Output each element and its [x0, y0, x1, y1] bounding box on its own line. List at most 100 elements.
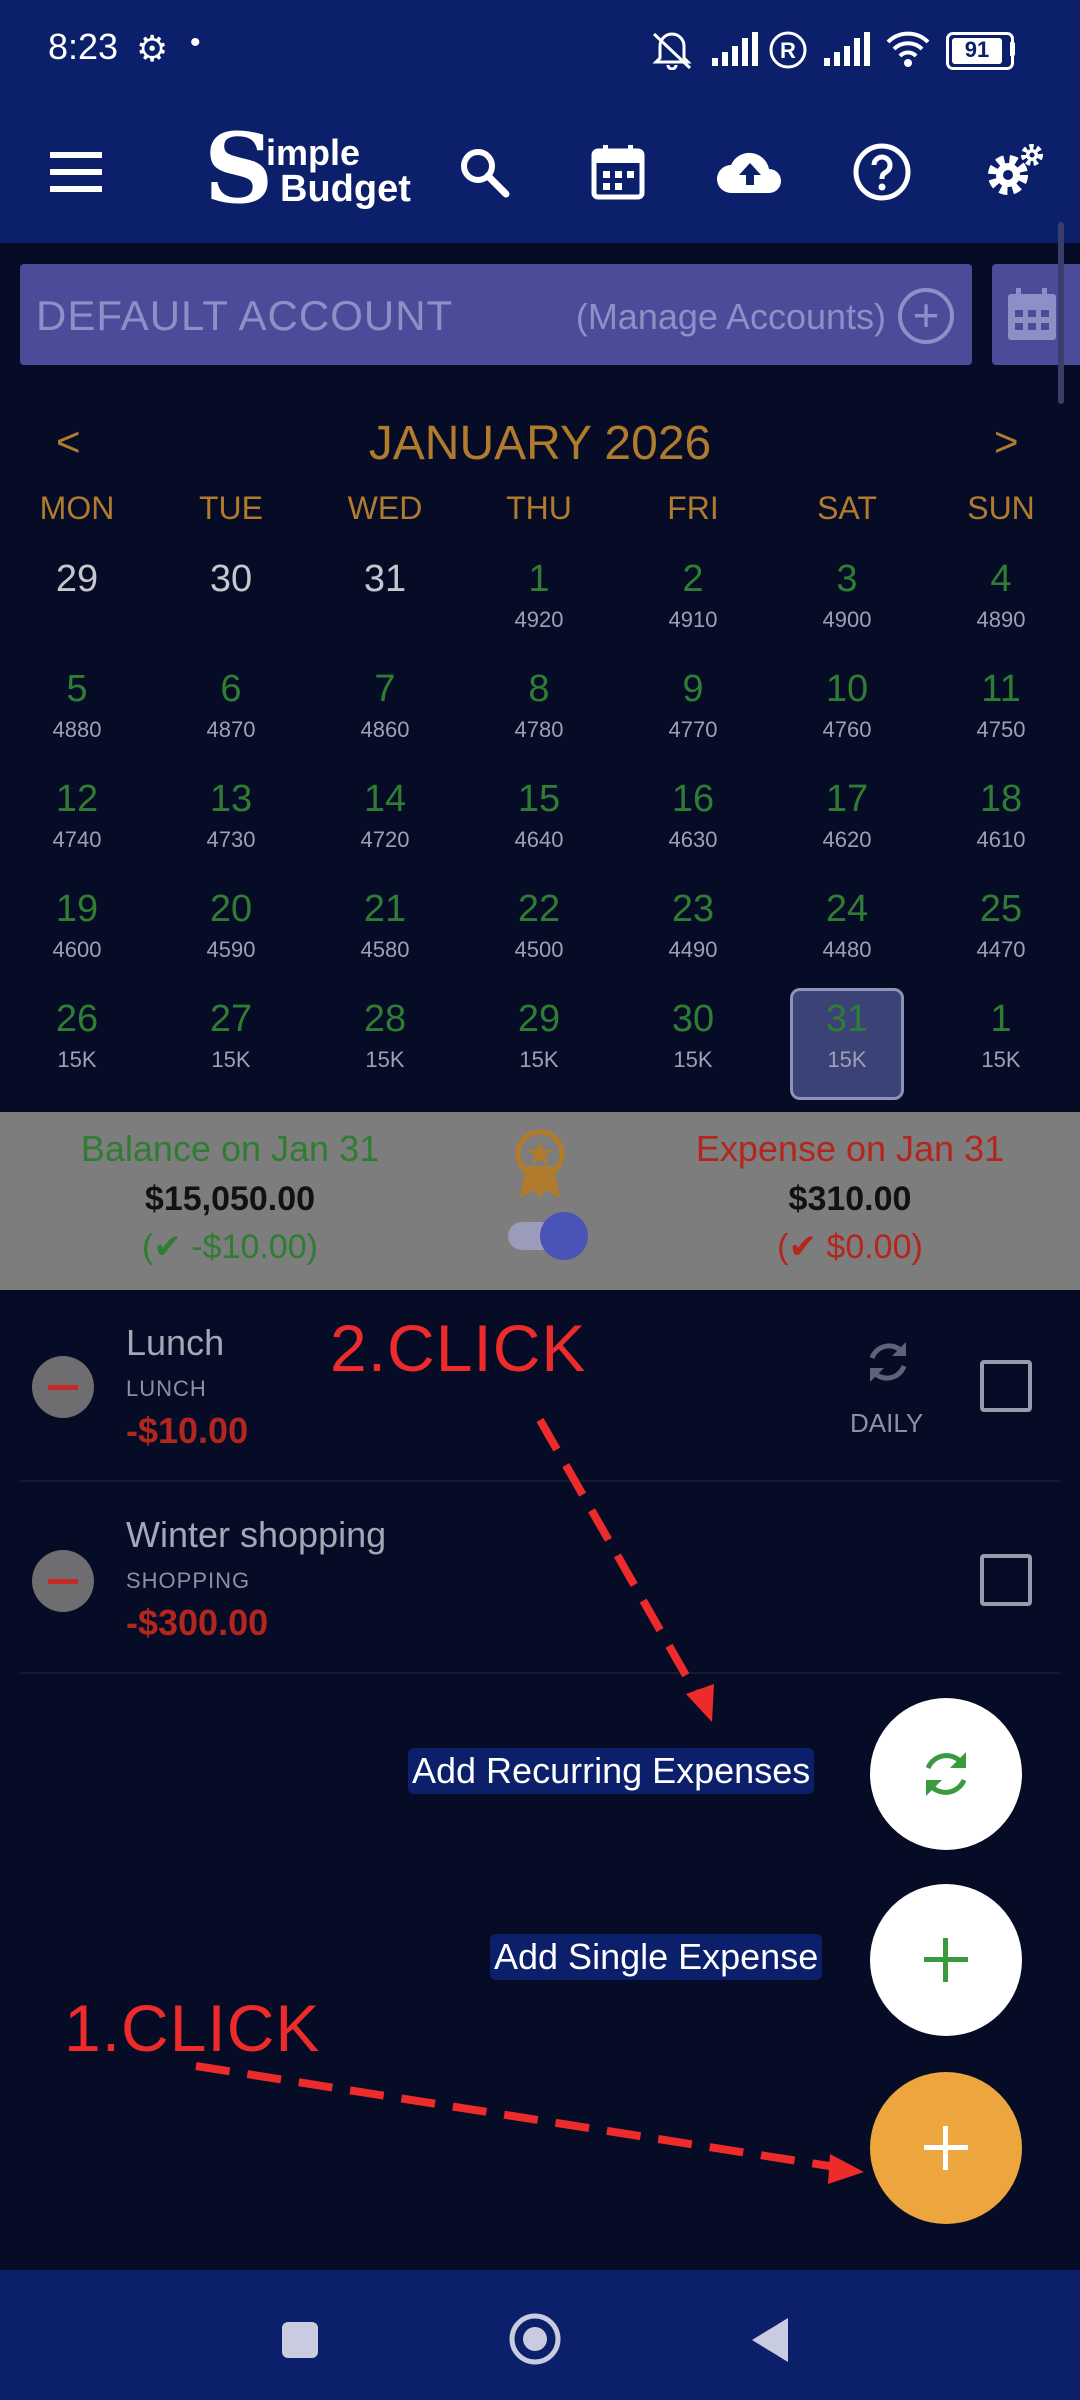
recents-button[interactable] — [282, 2322, 318, 2358]
recurring-add-icon — [925, 1752, 967, 1796]
calendar-day[interactable]: 28 15K — [308, 988, 462, 1098]
calendar-day[interactable]: 27 15K — [154, 988, 308, 1098]
calendar-day[interactable]: 5 4880 — [0, 658, 154, 768]
add-recurring-button[interactable] — [870, 1698, 1022, 1850]
calendar-day[interactable]: 18 4610 — [924, 768, 1078, 878]
signal-icon-2 — [824, 32, 870, 66]
calendar-day[interactable]: 12 4740 — [0, 768, 154, 878]
scrollbar[interactable] — [1058, 222, 1064, 404]
calendar-day[interactable]: 10 4760 — [770, 658, 924, 768]
remove-expense-button[interactable] — [32, 1356, 94, 1418]
day-number: 25 — [979, 888, 1023, 930]
weekday-label: FRI — [667, 490, 719, 526]
back-button[interactable] — [748, 2316, 792, 2364]
day-balance: 15K — [365, 1047, 405, 1072]
calendar-day[interactable]: 1 4920 — [462, 548, 616, 658]
calendar-day[interactable]: 6 4870 — [154, 658, 308, 768]
calendar-day[interactable]: 14 4720 — [308, 768, 462, 878]
award-icon[interactable] — [512, 1128, 568, 1200]
menu-button[interactable] — [38, 134, 114, 210]
calendar-day[interactable]: 19 4600 — [0, 878, 154, 988]
day-number: 4 — [990, 558, 1012, 600]
manage-accounts-link[interactable]: (Manage Accounts) — [576, 296, 886, 338]
next-month-button[interactable]: > — [994, 418, 1019, 466]
app-logo: S imple Budget — [204, 112, 414, 225]
calendar-day[interactable]: 30 15K — [616, 988, 770, 1098]
plus-icon — [924, 1938, 968, 1982]
calendar-day[interactable]: 1 15K — [924, 988, 1078, 1098]
add-recurring-label[interactable]: Add Recurring Expenses — [408, 1748, 815, 1794]
search-icon — [461, 149, 510, 198]
status-bar: 8:23 ⚙ • R 91 — [0, 0, 1080, 100]
day-balance: 4470 — [976, 937, 1026, 962]
add-single-label[interactable]: Add Single Expense — [490, 1934, 823, 1980]
expense-checkbox[interactable] — [980, 1360, 1032, 1412]
day-balance: 4780 — [514, 717, 564, 742]
calendar-day[interactable]: 23 4490 — [616, 878, 770, 988]
calendar-day[interactable]: 25 4470 — [924, 878, 1078, 988]
calendar-day[interactable]: 11 4750 — [924, 658, 1078, 768]
help-button[interactable] — [844, 134, 920, 210]
day-number: 13 — [209, 778, 253, 820]
expense-change: (✔ $0.00) — [777, 1228, 923, 1266]
calendar-day[interactable]: 8 4780 — [462, 658, 616, 768]
date-picker-button[interactable] — [992, 264, 1080, 365]
calendar-day[interactable]: 2 4910 — [616, 548, 770, 658]
day-number: 17 — [825, 778, 869, 820]
signal-icon — [712, 32, 758, 66]
calendar-day[interactable]: 29 15K — [462, 988, 616, 1098]
remove-expense-button[interactable] — [32, 1550, 94, 1612]
calendar-day[interactable]: 22 4500 — [462, 878, 616, 988]
calendar-day[interactable]: 3 4900 — [770, 548, 924, 658]
account-selector[interactable]: DEFAULT ACCOUNT (Manage Accounts) + — [20, 264, 972, 365]
system-nav-bar — [0, 2270, 1080, 2400]
calendar-day[interactable]: 21 4580 — [308, 878, 462, 988]
expense-checkbox[interactable] — [980, 1554, 1032, 1606]
day-number: 24 — [825, 888, 869, 930]
calendar-day[interactable]: 20 4590 — [154, 878, 308, 988]
day-number: 10 — [825, 668, 869, 710]
day-balance: 4760 — [822, 717, 872, 742]
calendar-day[interactable]: 31 — [308, 548, 462, 658]
expense-category: SHOPPING — [126, 1568, 251, 1593]
calendar-day[interactable]: 15 4640 — [462, 768, 616, 878]
expense-amount: -$300.00 — [126, 1602, 269, 1643]
day-number: 23 — [671, 888, 715, 930]
day-balance: 4500 — [514, 937, 564, 962]
calendar-day[interactable]: 26 15K — [0, 988, 154, 1098]
settings-status-icon: ⚙ — [136, 28, 169, 69]
day-balance: 4640 — [514, 827, 564, 852]
weekday-label: SAT — [817, 490, 877, 526]
add-expense-fab[interactable] — [870, 2072, 1022, 2224]
calendar-day[interactable]: 30 — [154, 548, 308, 658]
calendar-button[interactable] — [580, 134, 656, 210]
expense-row[interactable]: Winter shopping SHOPPING -$300.00 — [0, 1494, 1080, 1684]
add-account-icon[interactable]: + — [898, 288, 954, 344]
svg-text:R: R — [780, 38, 796, 63]
calendar-day[interactable]: 9 4770 — [616, 658, 770, 768]
day-balance: 4910 — [668, 607, 718, 632]
cloud-upload-button[interactable] — [712, 134, 788, 210]
calendar-day[interactable]: 24 4480 — [770, 878, 924, 988]
home-button[interactable] — [508, 2312, 562, 2366]
calendar-day[interactable]: 7 4860 — [308, 658, 462, 768]
calendar-day[interactable]: 16 4630 — [616, 768, 770, 878]
balance-toggle[interactable] — [506, 1212, 588, 1260]
calendar-day[interactable]: 13 4730 — [154, 768, 308, 878]
logo-s: S — [204, 112, 274, 225]
search-button[interactable] — [446, 134, 522, 210]
roaming-icon: R — [769, 31, 807, 69]
calendar-day[interactable]: 29 — [0, 548, 154, 658]
day-number: 26 — [55, 998, 99, 1040]
calendar-day[interactable]: 31 15K — [770, 988, 924, 1098]
day-number: 30 — [671, 998, 715, 1040]
settings-button[interactable] — [976, 134, 1052, 210]
day-balance: 4900 — [822, 607, 872, 632]
expense-category: LUNCH — [126, 1376, 207, 1401]
battery-level: 91 — [964, 37, 990, 62]
day-number: 7 — [374, 668, 396, 710]
add-single-button[interactable] — [870, 1884, 1022, 2036]
calendar-day[interactable]: 17 4620 — [770, 768, 924, 878]
calendar-day[interactable]: 4 4890 — [924, 548, 1078, 658]
day-number: 19 — [55, 888, 99, 930]
